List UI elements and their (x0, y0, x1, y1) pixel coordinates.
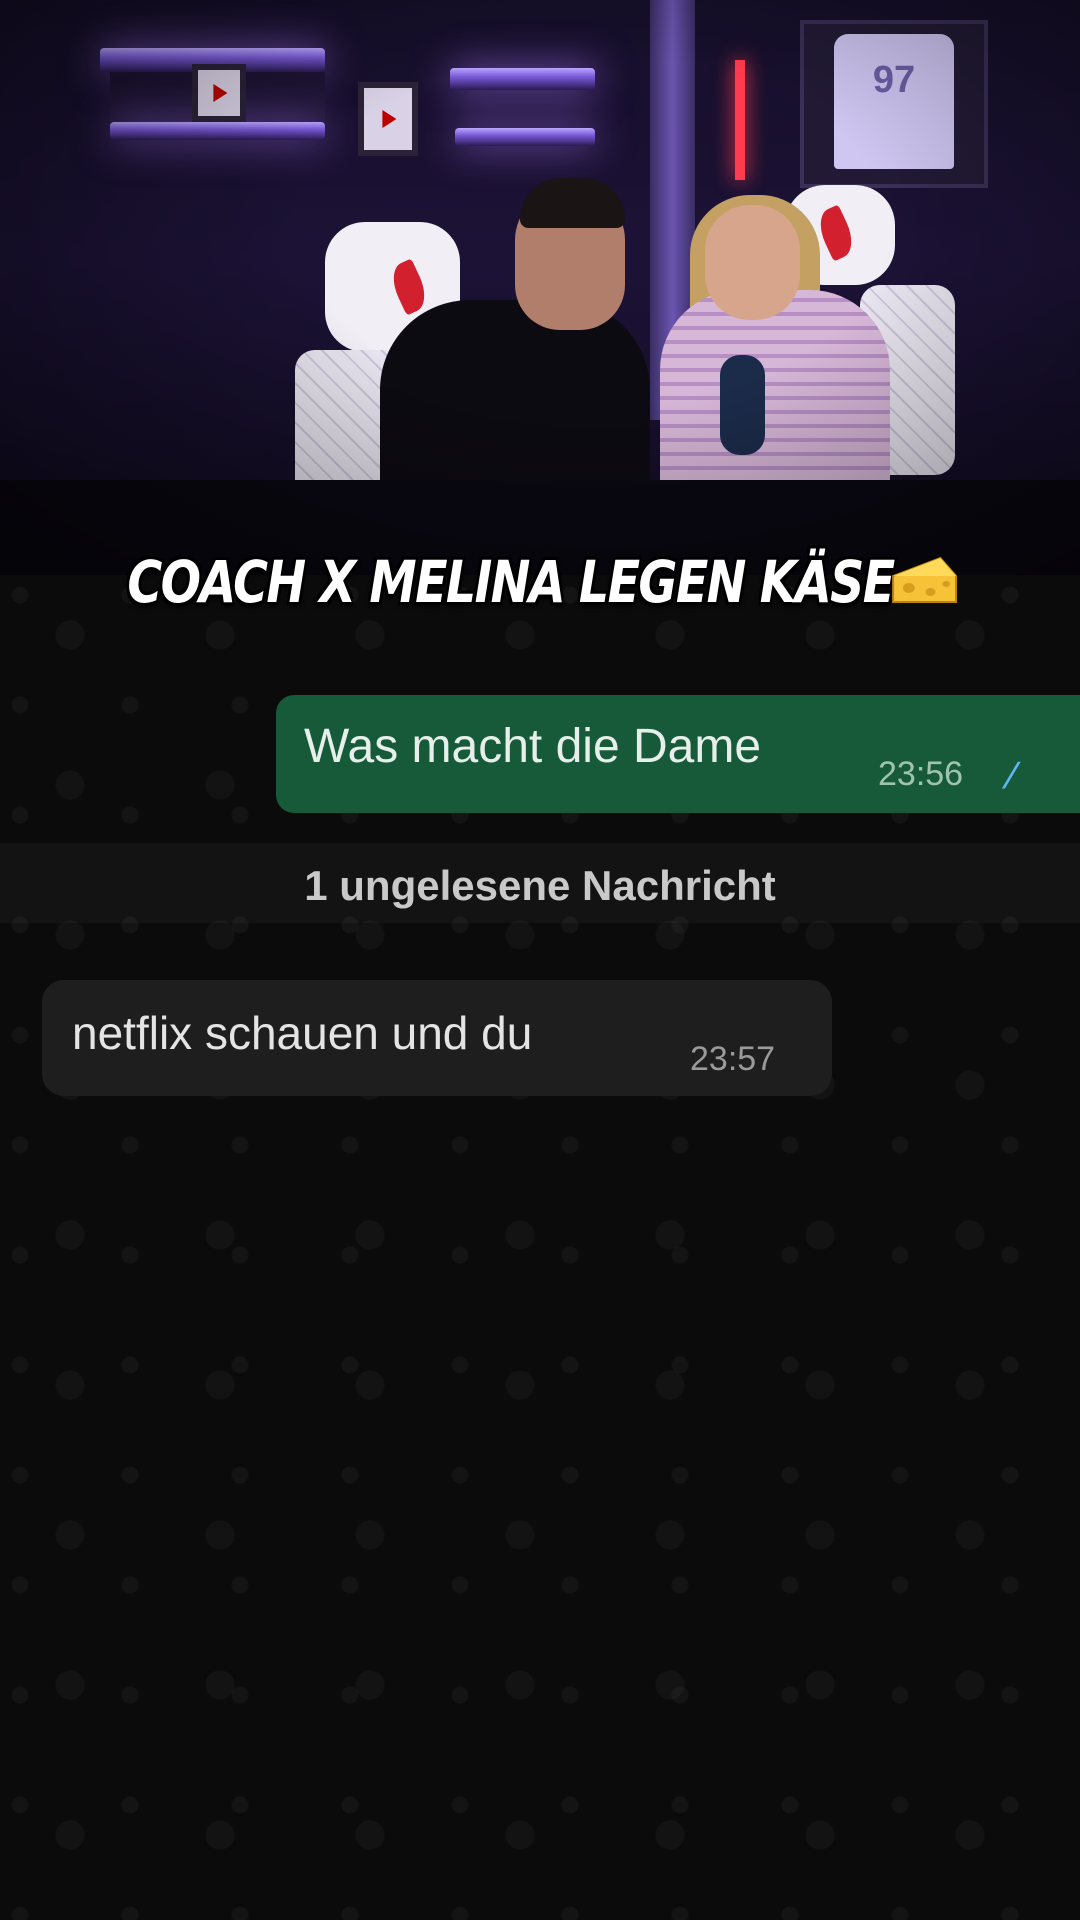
chat-thread[interactable]: Was macht die Dame 23:56 // 1 ungelesene… (0, 575, 1080, 1920)
incoming-message[interactable]: netflix schauen und du 23:57 (42, 980, 832, 1096)
double-check-read-icon: // (999, 755, 1013, 796)
message-time: 23:57 (690, 1040, 776, 1078)
caption-text: COACH X MELINA LEGEN KÄSE (127, 548, 895, 616)
message-text: netflix schauen und du (72, 1007, 533, 1059)
video-vignette (0, 0, 1080, 575)
message-text: Was macht die Dame (304, 720, 762, 773)
video-caption: COACH X MELINA LEGEN KÄSE (97, 548, 983, 616)
unread-divider-label: 1 ungelesene Nachricht (304, 862, 776, 909)
stream-video: 97 (0, 0, 1080, 575)
cheese-emoji-icon (891, 554, 958, 606)
outgoing-message[interactable]: Was macht die Dame 23:56 // (276, 695, 1080, 813)
message-time: 23:56 (878, 755, 964, 793)
